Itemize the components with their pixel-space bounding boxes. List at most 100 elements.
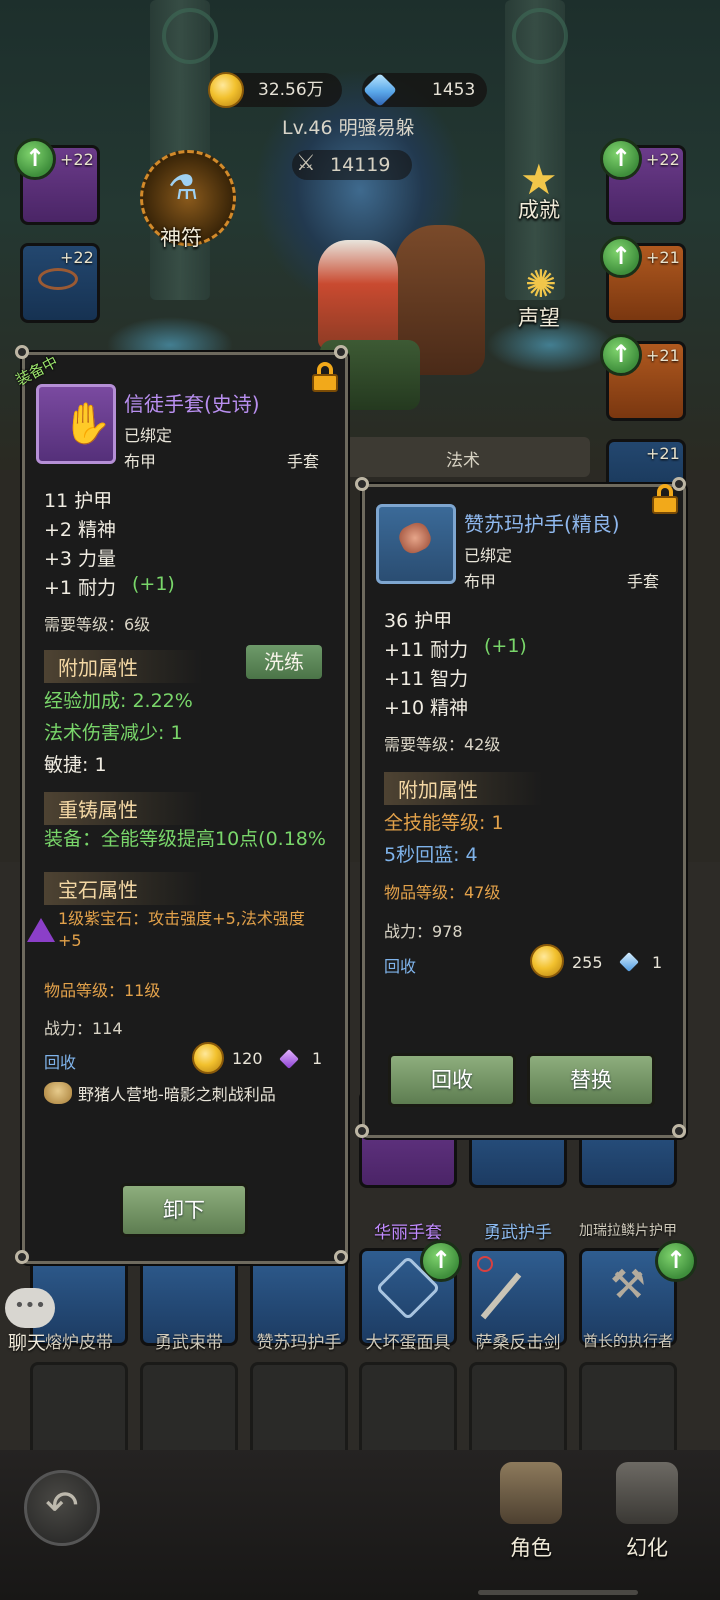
- item-name: 信徒手套(史诗): [124, 392, 260, 416]
- scene-ornament: [512, 8, 568, 64]
- player-level-name: Lv.46 明骚易躲: [282, 117, 415, 139]
- item-name: 加瑞拉鳞片护甲: [579, 1223, 677, 1239]
- lock-icon[interactable]: [652, 484, 678, 514]
- extra-attr: 5秒回蓝: 4: [384, 844, 478, 866]
- item-name: 赞苏玛护手(精良): [464, 512, 620, 536]
- stat-line: +11 耐力: [384, 639, 469, 661]
- helmet-icon[interactable]: [500, 1462, 562, 1524]
- armor-type: 布甲: [124, 452, 157, 471]
- inventory-slot-empty[interactable]: [579, 1362, 677, 1460]
- bottom-nav-bar: [0, 1450, 720, 1600]
- recycle-gold: 120: [232, 1049, 263, 1068]
- unequip-button[interactable]: 卸下: [120, 1183, 248, 1237]
- upgrade-arrow-icon[interactable]: ↑: [655, 1240, 697, 1282]
- armor-type: 布甲: [464, 572, 497, 591]
- enhance-level: +21: [646, 248, 680, 267]
- extra-attr: 全技能等级: 1: [384, 812, 504, 834]
- recycle-label[interactable]: 回收: [44, 1049, 76, 1073]
- back-arrow-icon[interactable]: ↶: [24, 1470, 100, 1546]
- purple-gem-icon: [27, 918, 55, 942]
- replace-button[interactable]: 替换: [527, 1053, 655, 1107]
- upgrade-arrow-icon[interactable]: ↑: [600, 236, 642, 278]
- rune-label[interactable]: 神符: [160, 222, 202, 252]
- card-corner: [334, 345, 348, 359]
- nav-transform[interactable]: 幻化: [626, 1532, 668, 1562]
- recycle-gem: 1: [652, 953, 663, 972]
- required-level: 需要等级：42级: [384, 735, 501, 754]
- card-corner: [15, 345, 29, 359]
- axe-icon: ⚒: [610, 1262, 646, 1308]
- stat-bonus: (+1): [132, 573, 175, 595]
- power-value: 14119: [330, 154, 391, 176]
- chat-label[interactable]: 聊天: [8, 1328, 46, 1355]
- necklace-icon: [38, 268, 78, 290]
- card-corner: [355, 477, 369, 491]
- stat-line: +2 精神: [44, 519, 117, 541]
- chat-icon[interactable]: •••: [5, 1288, 55, 1328]
- stat-line: 36 护甲: [384, 610, 453, 632]
- stat-line: +11 智力: [384, 668, 469, 690]
- item-name: 华丽手套: [374, 1223, 442, 1243]
- item-level: 物品等级：47级: [384, 883, 501, 902]
- inventory-slot-empty[interactable]: [469, 1362, 567, 1460]
- item-name: 萨桑反击剑: [475, 1333, 561, 1353]
- enhance-level: +22: [60, 150, 94, 169]
- enhance-level: +21: [646, 444, 680, 463]
- extra-attr: 敏捷: 1: [44, 754, 107, 776]
- inventory-slot-empty[interactable]: [359, 1362, 457, 1460]
- enhance-level: +22: [646, 150, 680, 169]
- recycle-gem: 1: [312, 1049, 323, 1068]
- card-corner: [334, 1250, 348, 1264]
- inventory-slot-empty[interactable]: [250, 1362, 348, 1460]
- extra-attr: 法术伤害减少: 1: [44, 722, 183, 744]
- achievement-label[interactable]: 成就: [518, 194, 560, 224]
- glove-glyph: ✋: [62, 401, 112, 447]
- stat-line: +3 力量: [44, 548, 117, 570]
- inventory-slot-empty[interactable]: [30, 1362, 128, 1460]
- bind-status: 已绑定: [464, 546, 513, 565]
- reforge-attr: 装备：全能等级提高10点(0.18%: [44, 828, 326, 850]
- item-name: 赞苏玛护手: [256, 1333, 342, 1353]
- unusable-icon: [477, 1256, 493, 1272]
- stat-line: +10 精神: [384, 697, 469, 719]
- nav-character[interactable]: 角色: [510, 1532, 552, 1562]
- card-corner: [15, 1250, 29, 1264]
- stat-line: +1 耐力: [44, 577, 117, 599]
- upgrade-arrow-icon[interactable]: ↑: [600, 138, 642, 180]
- item-name: 勇武束带: [155, 1333, 223, 1353]
- upgrade-arrow-icon[interactable]: ↑: [600, 334, 642, 376]
- enhance-level: +22: [60, 248, 94, 267]
- equip-slot-type: 手套: [627, 572, 660, 591]
- home-indicator: [478, 1590, 638, 1595]
- tab-spells[interactable]: 法术: [446, 446, 480, 471]
- reputation-icon[interactable]: ✺: [525, 262, 557, 306]
- rune-icon: ⚗: [168, 168, 199, 208]
- recycle-button[interactable]: 回收: [388, 1053, 516, 1107]
- upgrade-arrow-icon[interactable]: ↑: [14, 138, 56, 180]
- item-source: 野猪人营地-暗影之刺战利品: [78, 1085, 276, 1104]
- character-avatar: [318, 240, 398, 350]
- item-name: 酋长的执行者: [582, 1332, 673, 1350]
- item-power: 战力：114: [44, 1019, 123, 1038]
- loot-bag-icon: [44, 1082, 72, 1104]
- recycle-label[interactable]: 回收: [384, 953, 416, 977]
- item-power: 战力：978: [384, 922, 463, 941]
- card-corner: [355, 1124, 369, 1138]
- lock-icon[interactable]: [312, 362, 338, 392]
- scene-ornament: [162, 8, 218, 64]
- inventory-slot-empty[interactable]: [140, 1362, 238, 1460]
- equip-slot-type: 手套: [287, 452, 320, 471]
- gold-coin-icon: [208, 72, 244, 108]
- reputation-label[interactable]: 声望: [518, 302, 560, 332]
- crossed-swords-icon: ⚔: [296, 151, 316, 176]
- reforge-title: 重铸属性: [44, 792, 202, 825]
- reroll-button[interactable]: 洗练: [246, 645, 322, 679]
- item-name: 勇武护手: [484, 1223, 552, 1243]
- transmog-icon[interactable]: [616, 1462, 678, 1524]
- item-level: 物品等级：11级: [44, 981, 161, 1000]
- extra-attr-title: 附加属性: [384, 772, 542, 805]
- reforge-attr-clip: 装备：全能等级提高10点(0.18%: [44, 824, 344, 852]
- gold-amount: 32.56万: [258, 80, 324, 100]
- stat-bonus: (+1): [484, 635, 527, 657]
- extra-attr: 经验加成: 2.22%: [44, 690, 193, 712]
